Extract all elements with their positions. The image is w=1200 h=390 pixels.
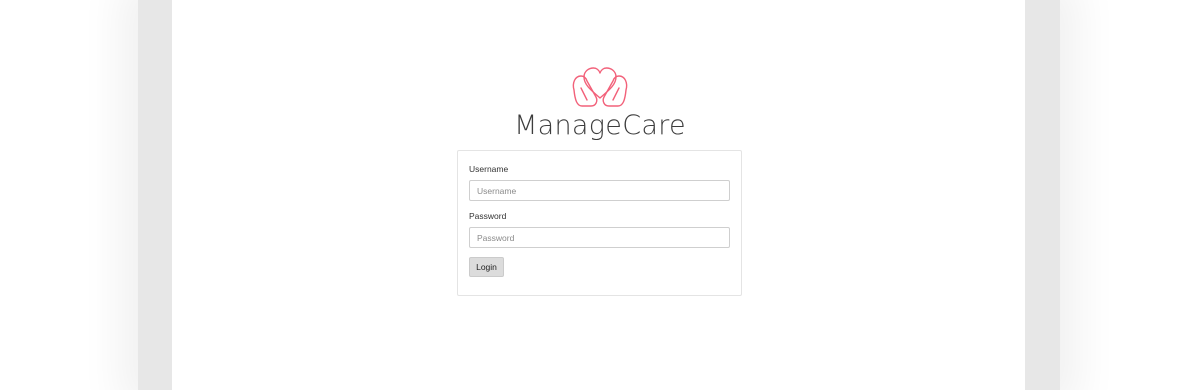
username-input[interactable] — [469, 180, 730, 201]
heart-hands-icon — [572, 67, 628, 107]
password-input[interactable] — [469, 227, 730, 248]
username-label: Username — [469, 164, 509, 174]
login-button[interactable]: Login — [469, 257, 504, 277]
brand-name: ManageCare — [514, 110, 686, 141]
brand-header: ManageCare — [0, 64, 1200, 142]
password-label: Password — [469, 211, 507, 221]
login-form: Username Password Login — [457, 150, 742, 296]
